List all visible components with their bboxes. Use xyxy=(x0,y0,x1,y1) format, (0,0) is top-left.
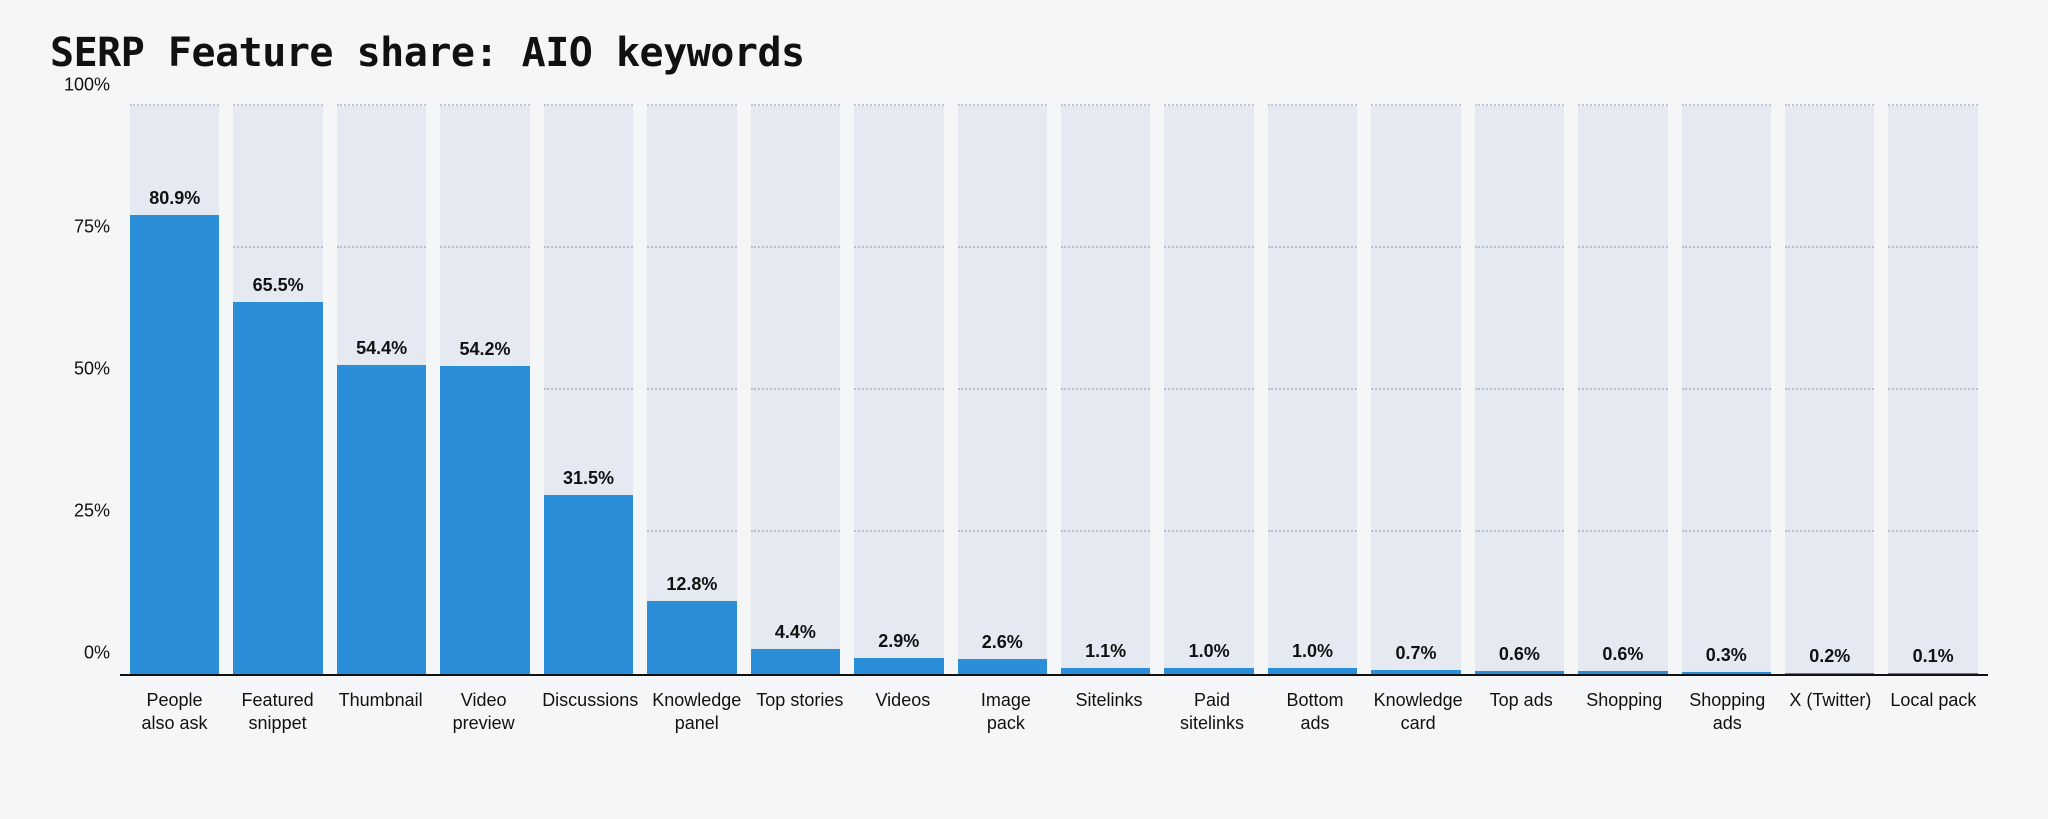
bar-column: 65.5% xyxy=(233,106,322,674)
bar-value-label: 0.6% xyxy=(1499,644,1540,665)
bar-chart: 80.9% 65.5% 54.4% 54.2% 31.5% 12.8% 4.4% 2.9% 2.… xyxy=(50,106,1998,786)
x-axis-label: Knowledge panel xyxy=(652,681,741,786)
x-axis-label: Paid sitelinks xyxy=(1167,681,1256,786)
bar-column: 0.3% xyxy=(1682,106,1771,674)
bar-value-label: 2.9% xyxy=(878,631,919,652)
bar xyxy=(647,601,736,674)
bar xyxy=(1268,668,1357,674)
bar-column: 0.1% xyxy=(1888,106,1977,674)
bar-column: 54.2% xyxy=(440,106,529,674)
bar-value-label: 2.6% xyxy=(982,632,1023,653)
bar-value-label: 0.1% xyxy=(1913,646,1954,667)
bar-column: 2.9% xyxy=(854,106,943,674)
bar-column: 1.0% xyxy=(1268,106,1357,674)
bar xyxy=(1164,668,1253,674)
bar xyxy=(1061,668,1150,674)
x-axis-label: Shopping xyxy=(1580,681,1669,786)
bar-column: 54.4% xyxy=(337,106,426,674)
bar-value-label: 54.2% xyxy=(460,339,511,360)
bar-value-label: 65.5% xyxy=(253,275,304,296)
bar xyxy=(337,365,426,674)
bar-column: 4.4% xyxy=(751,106,840,674)
x-axis-label: Shopping ads xyxy=(1683,681,1772,786)
bar xyxy=(1785,673,1874,674)
x-axis-label: People also ask xyxy=(130,681,219,786)
x-axis-label: Top ads xyxy=(1477,681,1566,786)
bar-value-label: 31.5% xyxy=(563,468,614,489)
bar-value-label: 12.8% xyxy=(666,574,717,595)
y-axis-tick: 100% xyxy=(50,75,110,96)
x-axis-label: Image pack xyxy=(961,681,1050,786)
y-axis-tick: 75% xyxy=(50,217,110,238)
x-axis-label: Discussions xyxy=(542,681,638,786)
bar xyxy=(1475,671,1564,674)
x-axis-label: Bottom ads xyxy=(1271,681,1360,786)
bar-value-label: 4.4% xyxy=(775,622,816,643)
chart-title: SERP Feature share: AIO keywords xyxy=(50,30,1998,76)
bar-value-label: 0.2% xyxy=(1809,646,1850,667)
bar xyxy=(854,658,943,674)
bar xyxy=(233,302,322,674)
bar-value-label: 1.0% xyxy=(1292,641,1333,662)
plot-area: 80.9% 65.5% 54.4% 54.2% 31.5% 12.8% 4.4% 2.9% 2.… xyxy=(120,106,1988,676)
bar-column: 0.2% xyxy=(1785,106,1874,674)
bar-column: 12.8% xyxy=(647,106,736,674)
bar-column: 31.5% xyxy=(544,106,633,674)
y-axis-tick: 0% xyxy=(50,643,110,664)
bar-value-label: 54.4% xyxy=(356,338,407,359)
bar xyxy=(1682,672,1771,674)
y-axis-tick: 25% xyxy=(50,501,110,522)
bar-value-label: 80.9% xyxy=(149,188,200,209)
bar-value-label: 0.6% xyxy=(1602,644,1643,665)
x-axis-label: Knowledge card xyxy=(1374,681,1463,786)
bar-value-label: 0.7% xyxy=(1395,643,1436,664)
bar-column: 1.0% xyxy=(1164,106,1253,674)
bar-column: 1.1% xyxy=(1061,106,1150,674)
bar-columns: 80.9% 65.5% 54.4% 54.2% 31.5% 12.8% 4.4% 2.9% 2.… xyxy=(120,106,1988,674)
x-axis-label: Sitelinks xyxy=(1064,681,1153,786)
bar-column: 80.9% xyxy=(130,106,219,674)
bar-column: 0.7% xyxy=(1371,106,1460,674)
chart-container: SERP Feature share: AIO keywords 80.9% 65… xyxy=(0,0,2048,806)
bar xyxy=(958,659,1047,674)
x-axis-label: Video preview xyxy=(439,681,528,786)
bar xyxy=(130,215,219,675)
bar-value-label: 1.1% xyxy=(1085,641,1126,662)
bar-value-label: 0.3% xyxy=(1706,645,1747,666)
bar xyxy=(440,366,529,674)
bar xyxy=(544,495,633,674)
bar xyxy=(1371,670,1460,674)
bar-column: 0.6% xyxy=(1578,106,1667,674)
bar-column: 2.6% xyxy=(958,106,1047,674)
y-axis-tick: 50% xyxy=(50,359,110,380)
bar-column: 0.6% xyxy=(1475,106,1564,674)
x-axis-label: Thumbnail xyxy=(336,681,425,786)
x-axis-label: Featured snippet xyxy=(233,681,322,786)
x-axis-labels: People also askFeatured snippetThumbnail… xyxy=(120,681,1988,786)
x-axis-label: Top stories xyxy=(755,681,844,786)
x-axis-label: X (Twitter) xyxy=(1786,681,1875,786)
bar xyxy=(1888,673,1977,674)
bar xyxy=(1578,671,1667,674)
bar xyxy=(751,649,840,674)
bar-value-label: 1.0% xyxy=(1189,641,1230,662)
x-axis-label: Local pack xyxy=(1889,681,1978,786)
x-axis-label: Videos xyxy=(858,681,947,786)
